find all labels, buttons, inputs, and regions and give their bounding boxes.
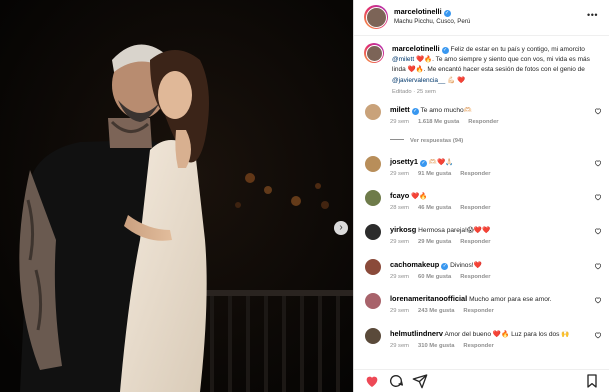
comment-row: lorenameritanoofficial Mucho amor para e… (364, 292, 604, 324)
reply-button[interactable]: Responder (460, 205, 490, 211)
comment-likes[interactable]: 60 Me gusta (418, 274, 451, 280)
post-photo[interactable] (0, 0, 353, 392)
comment-avatar[interactable] (364, 103, 382, 121)
post-header: marcelotinelli ✓ Machu Picchu, Cusco, Per… (354, 0, 609, 36)
comment-row: milett ✓ Te amo mucho🫶🏻 29 sem 1.618 Me gu… (364, 103, 604, 135)
comment-likes[interactable]: 243 Me gusta (418, 308, 454, 314)
reply-button[interactable]: Responder (463, 343, 493, 349)
caption-edited: Editado · 25 sem (392, 89, 436, 95)
author-username[interactable]: marcelotinelli ✓ (394, 7, 451, 17)
reply-button[interactable]: Responder (463, 308, 493, 314)
comment-likes[interactable]: 46 Me gusta (418, 205, 451, 211)
caption-username[interactable]: marcelotinelli (392, 44, 440, 53)
comment-body: Amor del bueno ❤️🔥 Luz para los dos 🙌 (444, 331, 570, 338)
comment-row: yirkosg Hermosa pareja!😱❤️❤️ 29 sem 29 Me… (364, 223, 604, 255)
author-avatar[interactable] (364, 5, 388, 29)
instagram-post-modal: › marcelotinelli ✓ Machu Picchu, Cusco, P… (0, 0, 609, 392)
comment-time: 29 sem (390, 119, 410, 125)
comment-likes[interactable]: 91 Me gusta (418, 171, 451, 177)
mention-milett[interactable]: @milett (392, 56, 414, 63)
verified-icon: ✓ (419, 160, 427, 167)
comment-row: helmutlindnerv Amor del bueno ❤️🔥 Luz pa… (364, 327, 604, 359)
comment-heart-icon[interactable] (594, 193, 602, 201)
comment-heart-icon[interactable] (594, 159, 602, 167)
verified-icon: ✓ (443, 10, 451, 17)
comment-body: ❤️🔥 (411, 193, 428, 200)
comment-username[interactable]: yirkosg (390, 225, 416, 234)
comment-likes[interactable]: 1.618 Me gusta (418, 119, 459, 125)
comment-time: 29 sem (390, 171, 410, 177)
caption-text: marcelotinelli ✓ Feliz de estar en tu paí… (392, 44, 590, 84)
comment-username[interactable]: cachomakeup (390, 260, 439, 269)
comment-time: 29 sem (390, 308, 410, 314)
comment-body: Hermosa pareja!😱❤️❤️ (418, 227, 491, 234)
comment-body: Mucho amor para ese amor. (469, 296, 552, 303)
comment-heart-icon[interactable] (594, 262, 602, 270)
comments-list[interactable]: marcelotinelli ✓ Feliz de estar en tu paí… (354, 37, 609, 367)
post-image (0, 0, 353, 392)
more-options-icon[interactable]: ••• (587, 10, 598, 20)
comment-likes[interactable]: 29 Me gusta (418, 239, 451, 245)
comment-heart-icon[interactable] (594, 296, 602, 304)
caption-avatar[interactable] (364, 43, 384, 63)
comment-time: 29 sem (390, 343, 410, 349)
comment-avatar[interactable] (364, 155, 382, 173)
verified-icon: ✓ (411, 108, 419, 115)
reply-button[interactable]: Responder (460, 171, 490, 177)
save-icon[interactable] (584, 373, 600, 389)
comment-heart-icon[interactable] (594, 107, 602, 115)
comment-time: 29 sem (390, 274, 410, 280)
comment-icon[interactable] (388, 373, 404, 389)
comment-avatar[interactable] (364, 292, 382, 310)
view-replies-button[interactable]: Ver respuestas (94) (390, 138, 463, 144)
comment-body: Divinos!❤️ (450, 262, 482, 269)
comment-row: josetty1 ✓ 🫶🏻❤️🙏🏻 29 sem 91 Me gusta Respon… (364, 155, 604, 187)
comment-row: cachomakeup ✓ Divinos!❤️ 29 sem 60 Me gust… (364, 258, 604, 290)
comment-avatar[interactable] (364, 189, 382, 207)
post-sidebar: marcelotinelli ✓ Machu Picchu, Cusco, Per… (353, 0, 609, 392)
reply-button[interactable]: Responder (460, 239, 490, 245)
comment-avatar[interactable] (364, 258, 382, 276)
comment-username[interactable]: milett (390, 105, 410, 114)
comment-heart-icon[interactable] (594, 227, 602, 235)
comment-body: 🫶🏻❤️🙏🏻 (428, 159, 454, 166)
post-location[interactable]: Machu Picchu, Cusco, Perú (394, 18, 470, 25)
comment-username[interactable]: josetty1 (390, 157, 418, 166)
comment-username[interactable]: fcayo (390, 191, 409, 200)
next-photo-button[interactable]: › (334, 221, 348, 235)
comment-heart-icon[interactable] (594, 331, 602, 339)
comment-avatar[interactable] (364, 223, 382, 241)
comment-body: Te amo mucho🫶🏻 (420, 107, 472, 114)
comment-time: 28 sem (390, 205, 410, 211)
verified-icon: ✓ (441, 263, 449, 270)
share-icon[interactable] (412, 373, 428, 389)
comment-time: 29 sem (390, 239, 410, 245)
reply-button[interactable]: Responder (468, 119, 498, 125)
comment-username[interactable]: helmutlindnerv (390, 329, 443, 338)
comment-likes[interactable]: 310 Me gusta (418, 343, 454, 349)
verified-icon: ✓ (441, 47, 449, 54)
comment-row: fcayo ❤️🔥 28 sem 46 Me gusta Responder (364, 189, 604, 221)
action-bar (354, 369, 609, 392)
mention-javiervalencia[interactable]: @javiervalencia__ (392, 77, 445, 84)
comment-avatar[interactable] (364, 327, 382, 345)
like-icon[interactable] (364, 373, 380, 389)
comment-username[interactable]: lorenameritanoofficial (390, 294, 467, 303)
reply-button[interactable]: Responder (460, 274, 490, 280)
